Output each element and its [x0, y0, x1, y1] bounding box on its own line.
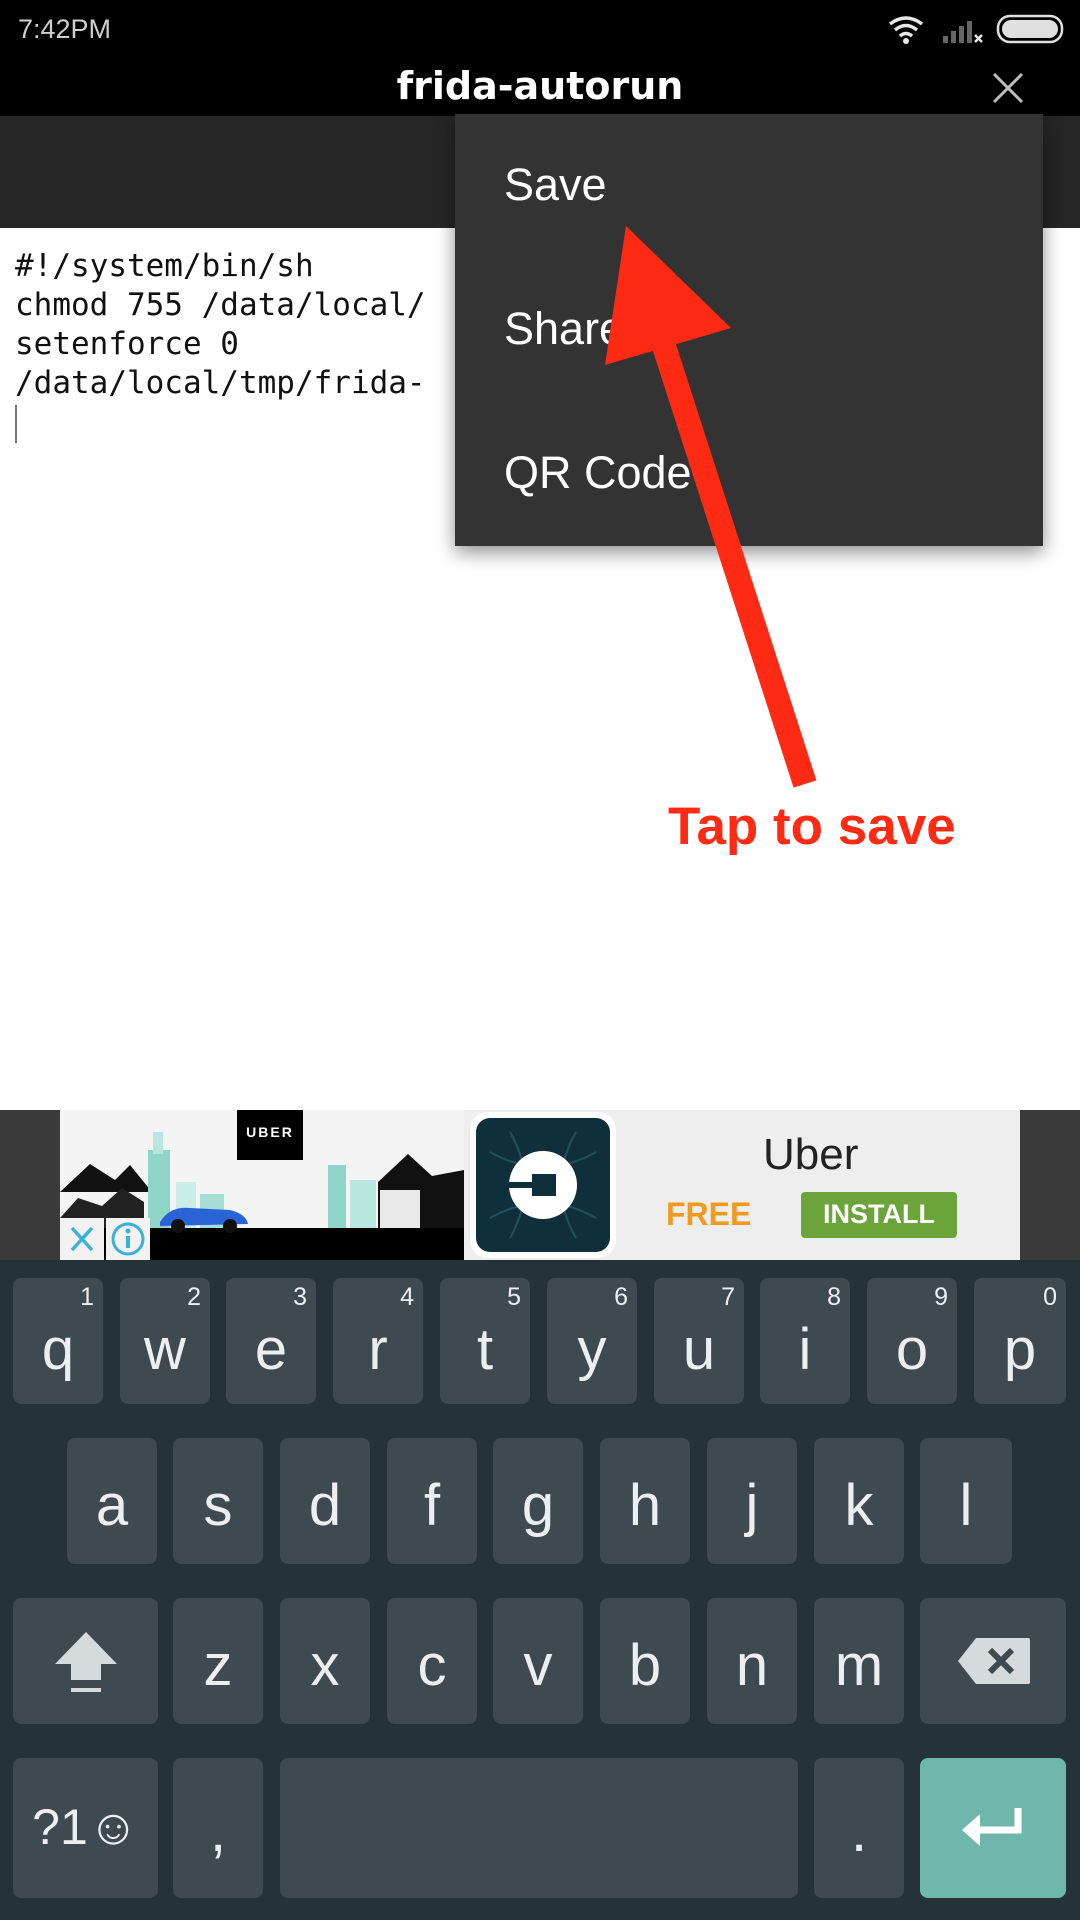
- annotation-label: Tap to save: [668, 797, 956, 856]
- install-button[interactable]: INSTALL: [801, 1192, 957, 1238]
- close-icon: [70, 1226, 94, 1252]
- key-y[interactable]: 6y: [547, 1278, 637, 1404]
- ad-close-button[interactable]: [60, 1218, 104, 1260]
- key-s[interactable]: s: [173, 1438, 263, 1564]
- ad-app-name: Uber: [763, 1130, 859, 1179]
- key-d[interactable]: d: [280, 1438, 370, 1564]
- uber-app-icon[interactable]: [470, 1112, 616, 1258]
- ad-price: FREE: [666, 1196, 752, 1232]
- backspace-icon: [958, 1638, 1030, 1684]
- period-key[interactable]: .: [814, 1758, 904, 1898]
- comma-key[interactable]: ,: [173, 1758, 263, 1898]
- key-u[interactable]: 7u: [654, 1278, 744, 1404]
- key-i[interactable]: 8i: [760, 1278, 850, 1404]
- key-g[interactable]: g: [493, 1438, 583, 1564]
- key-e[interactable]: 3e: [226, 1278, 316, 1404]
- key-k[interactable]: k: [814, 1438, 904, 1564]
- annotation-arrow: [605, 226, 817, 788]
- key-w[interactable]: 2w: [120, 1278, 210, 1404]
- key-z[interactable]: z: [173, 1598, 263, 1724]
- enter-icon: [962, 1808, 1022, 1846]
- shift-key[interactable]: [13, 1598, 158, 1724]
- key-j[interactable]: j: [707, 1438, 797, 1564]
- key-l[interactable]: l: [920, 1438, 1012, 1564]
- space-key[interactable]: [280, 1758, 798, 1898]
- symbols-key[interactable]: ?1☺: [13, 1758, 158, 1898]
- key-a[interactable]: a: [67, 1438, 157, 1564]
- ad-banner[interactable]: UBER Uber FREE INSTALL: [60, 1110, 1020, 1260]
- info-icon: [111, 1222, 145, 1256]
- install-button-label: INSTALL: [823, 1199, 935, 1229]
- soft-keyboard: 1q 2w 3e 4r 5t 6y 7u 8i 9o 0p a s d f g …: [0, 1260, 1080, 1920]
- ad-brand-badge: UBER: [237, 1110, 303, 1160]
- key-r[interactable]: 4r: [333, 1278, 423, 1404]
- enter-key[interactable]: [920, 1758, 1066, 1898]
- key-x[interactable]: x: [280, 1598, 370, 1724]
- key-p[interactable]: 0p: [974, 1278, 1066, 1404]
- key-f[interactable]: f: [387, 1438, 477, 1564]
- key-o[interactable]: 9o: [867, 1278, 957, 1404]
- key-h[interactable]: h: [600, 1438, 690, 1564]
- key-m[interactable]: m: [814, 1598, 904, 1724]
- key-c[interactable]: c: [387, 1598, 477, 1724]
- backspace-key[interactable]: [920, 1598, 1066, 1724]
- key-b[interactable]: b: [600, 1598, 690, 1724]
- key-n[interactable]: n: [707, 1598, 797, 1724]
- shift-icon: [55, 1632, 117, 1692]
- key-q[interactable]: 1q: [13, 1278, 103, 1404]
- key-v[interactable]: v: [493, 1598, 583, 1724]
- key-t[interactable]: 5t: [440, 1278, 530, 1404]
- ad-info-button[interactable]: [106, 1218, 150, 1260]
